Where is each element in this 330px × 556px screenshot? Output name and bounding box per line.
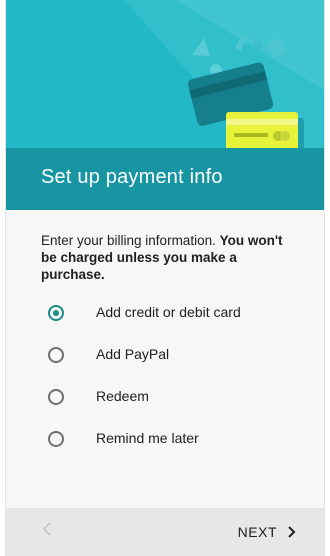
chevron-right-icon (287, 525, 296, 539)
illustration-graphic (124, 0, 324, 148)
option-label: Add credit or debit card (96, 304, 241, 320)
radio-button[interactable] (48, 347, 64, 363)
chevron-left-icon (42, 522, 51, 536)
page-title: Set up payment info (41, 166, 223, 188)
billing-info-text: Enter your billing information. You won'… (41, 232, 301, 283)
title-bar: Set up payment info (6, 148, 324, 210)
option-credit-debit-card[interactable]: Add credit or debit card (6, 298, 324, 340)
radio-button[interactable] (48, 389, 64, 405)
radio-button[interactable] (48, 431, 64, 447)
option-label: Redeem (96, 388, 149, 404)
back-button[interactable] (42, 520, 52, 543)
intro-text: Enter your billing information. (41, 233, 220, 248)
bottom-navigation-bar: NEXT (6, 508, 324, 556)
option-paypal[interactable]: Add PayPal (6, 340, 324, 382)
radio-button-selected[interactable] (48, 305, 64, 321)
option-remind-later[interactable]: Remind me later (6, 424, 324, 466)
payment-illustration (6, 0, 324, 148)
option-label: Add PayPal (96, 346, 170, 362)
setup-screen: Set up payment info Enter your billing i… (5, 0, 325, 556)
next-label: NEXT (237, 524, 277, 540)
option-label: Remind me later (96, 430, 199, 446)
payment-options-section: Enter your billing information. You won'… (6, 210, 324, 510)
next-button[interactable]: NEXT (238, 521, 296, 543)
option-redeem[interactable]: Redeem (6, 382, 324, 424)
